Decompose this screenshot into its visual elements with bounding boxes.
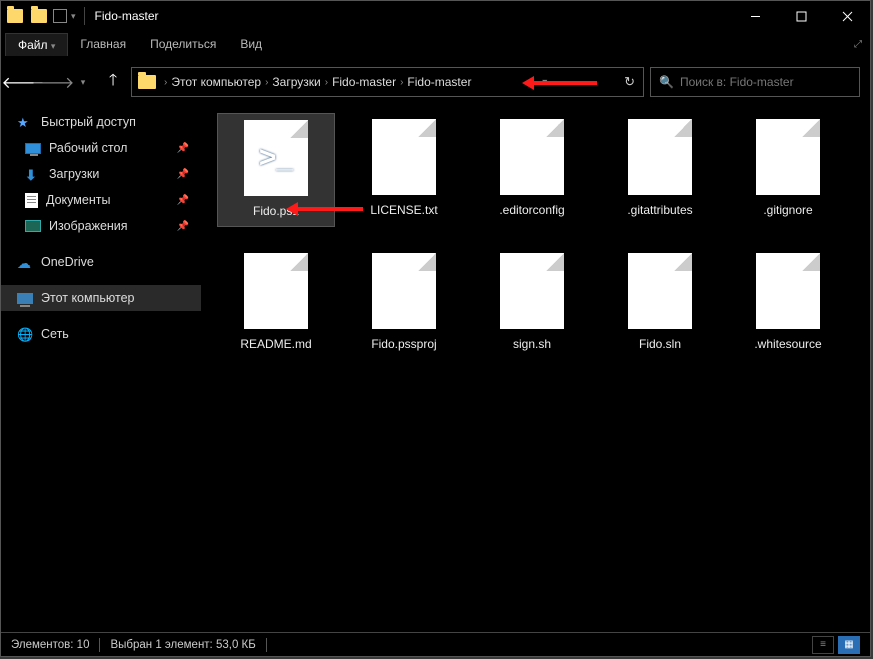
file-item[interactable]: Fido.sln (601, 247, 719, 359)
tab-view[interactable]: Вид (228, 33, 274, 55)
file-label: Fido.pssproj (371, 337, 436, 351)
file-label: README.md (240, 337, 311, 351)
window-title: Fido-master (95, 9, 159, 23)
file-item[interactable]: .editorconfig (473, 113, 591, 227)
search-box[interactable]: 🔍 Поиск в: Fido-master (650, 67, 860, 97)
file-list[interactable]: >_Fido.ps1LICENSE.txt.editorconfig.gitat… (201, 99, 870, 632)
navigation-pane: ★Быстрый доступ Рабочий стол📌 ⬇Загрузки📌… (1, 99, 201, 632)
search-placeholder: Поиск в: Fido-master (680, 75, 794, 89)
sidebar-documents[interactable]: Документы📌 (1, 187, 201, 213)
file-item[interactable]: .gitattributes (601, 113, 719, 227)
annotation-arrow (527, 81, 597, 85)
file-menu[interactable]: Файл ▾ (5, 33, 68, 56)
file-thumbnail (628, 253, 692, 329)
pin-icon: 📌 (177, 195, 189, 206)
search-icon: 🔍 (659, 75, 674, 89)
sidebar-this-pc[interactable]: Этот компьютер (1, 285, 201, 311)
navigation-bar: 🡐 🡒 ▾ 🡑 › Этот компьютер › Загрузки › Fi… (1, 65, 870, 99)
tab-share[interactable]: Поделиться (138, 33, 228, 55)
file-item[interactable]: sign.sh (473, 247, 591, 359)
breadcrumb-item[interactable]: Fido-master (332, 75, 396, 89)
file-thumbnail (756, 253, 820, 329)
folder-icon (138, 75, 156, 89)
recent-dropdown[interactable]: ▾ (71, 70, 95, 94)
breadcrumb-item[interactable]: Этот компьютер (171, 75, 261, 89)
selection-info: Выбран 1 элемент: 53,0 КБ (110, 639, 255, 651)
qat-checkbox[interactable] (53, 9, 67, 23)
pin-icon: 📌 (177, 221, 189, 232)
minimize-button[interactable] (732, 1, 778, 31)
ribbon-expand-icon[interactable]: ⤢ (854, 39, 862, 50)
explorer-window: ▾ Fido-master Файл ▾ Главная Поделиться … (0, 0, 871, 657)
file-label: .gitignore (763, 203, 812, 217)
status-bar: Элементов: 10 Выбран 1 элемент: 53,0 КБ … (1, 632, 870, 656)
file-label: Fido.sln (639, 337, 681, 351)
annotation-arrow (291, 207, 363, 211)
tab-home[interactable]: Главная (68, 33, 138, 55)
icons-view-button[interactable]: ▦ (838, 636, 860, 654)
file-thumbnail (500, 253, 564, 329)
file-thumbnail (756, 119, 820, 195)
sidebar-pictures[interactable]: Изображения📌 (1, 213, 201, 239)
file-label: LICENSE.txt (370, 203, 437, 217)
file-label: .gitattributes (627, 203, 692, 217)
forward-button[interactable]: 🡒 (41, 70, 65, 94)
ribbon-tabs: Файл ▾ Главная Поделиться Вид ⤢ (1, 31, 870, 57)
file-thumbnail (628, 119, 692, 195)
breadcrumb-item[interactable]: Загрузки (272, 75, 320, 89)
details-view-button[interactable]: ≡ (812, 636, 834, 654)
refresh-button[interactable]: ↻ (624, 74, 635, 90)
sidebar-downloads[interactable]: ⬇Загрузки📌 (1, 161, 201, 187)
title-bar: ▾ Fido-master (1, 1, 870, 31)
file-label: .whitesource (754, 337, 821, 351)
file-thumbnail (244, 253, 308, 329)
file-thumbnail (372, 253, 436, 329)
pin-icon: 📌 (177, 169, 189, 180)
file-item[interactable]: Fido.pssproj (345, 247, 463, 359)
file-label: .editorconfig (499, 203, 564, 217)
file-label: sign.sh (513, 337, 551, 351)
sidebar-onedrive[interactable]: ☁OneDrive (1, 249, 201, 275)
up-button[interactable]: 🡑 (101, 70, 125, 94)
pin-icon: 📌 (177, 143, 189, 154)
address-bar[interactable]: › Этот компьютер › Загрузки › Fido-maste… (131, 67, 644, 97)
file-item[interactable]: .whitesource (729, 247, 847, 359)
file-thumbnail: >_ (244, 120, 308, 196)
file-thumbnail (372, 119, 436, 195)
sidebar-network[interactable]: 🌐Сеть (1, 321, 201, 347)
item-count: Элементов: 10 (11, 639, 89, 651)
file-item[interactable]: README.md (217, 247, 335, 359)
sidebar-quick-access[interactable]: ★Быстрый доступ (1, 109, 201, 135)
file-thumbnail (500, 119, 564, 195)
app-icon (7, 9, 23, 23)
breadcrumb-item[interactable]: Fido-master (407, 75, 471, 89)
sidebar-desktop[interactable]: Рабочий стол📌 (1, 135, 201, 161)
maximize-button[interactable] (778, 1, 824, 31)
close-button[interactable] (824, 1, 870, 31)
file-item[interactable]: .gitignore (729, 113, 847, 227)
qat-icon[interactable] (31, 9, 47, 23)
